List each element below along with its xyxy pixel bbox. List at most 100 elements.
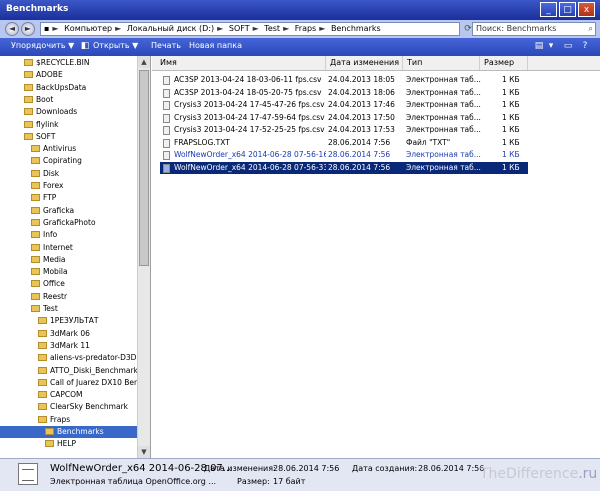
tree-item[interactable]: Benchmarks <box>0 426 150 438</box>
tree-item[interactable]: flylink <box>24 119 58 131</box>
file-row[interactable]: Crysis3 2013-04-24 17-45-47-26 fps.csv 24… <box>160 99 528 111</box>
details-modified-label: Дата изменения: <box>204 464 276 473</box>
tree-item[interactable]: Office <box>31 278 65 290</box>
tree-item-label: flylink <box>36 119 59 129</box>
view-icon[interactable]: ▤ <box>534 41 544 51</box>
file-size: 1 КБ <box>502 75 520 84</box>
tree-item[interactable]: 1РЕЗУЛЬТАТ <box>38 315 99 327</box>
column-type[interactable]: Тип <box>403 56 480 70</box>
back-button[interactable]: ◄ <box>5 22 19 36</box>
tree-item-label: Copirating <box>43 156 82 166</box>
folder-icon <box>38 341 47 349</box>
tree-item[interactable]: BackUpsData <box>24 82 86 94</box>
tree-item[interactable]: Mobila <box>31 266 68 278</box>
folder-icon <box>24 120 33 128</box>
tree-item-label: CAPCOM <box>50 390 83 400</box>
tree-item-label: BackUpsData <box>36 82 87 92</box>
tree-item[interactable]: ClearSky Benchmark <box>38 401 128 413</box>
folder-icon <box>31 231 40 239</box>
tree-item-label: SOFT <box>36 131 56 141</box>
tree-item-label: Benchmarks <box>57 427 104 436</box>
file-row[interactable]: AC3SP 2013-04-24 18-05-20-75 fps.csv 24.0… <box>160 87 528 99</box>
tree-item-label: Reestr <box>43 291 68 301</box>
maximize-button[interactable]: □ <box>559 2 576 17</box>
tree-item[interactable]: CAPCOM <box>38 389 83 401</box>
organize-button[interactable]: Упорядочить ▼ <box>11 41 74 50</box>
breadcrumb-computer[interactable]: Компьютер <box>64 24 112 33</box>
search-input[interactable]: Поиск: Benchmarks ⌕ <box>472 22 596 36</box>
tree-item[interactable]: ADOBE <box>24 69 63 81</box>
window-title: Benchmarks <box>6 4 69 14</box>
search-icon[interactable]: ⌕ <box>589 23 593 35</box>
file-name: AC3SP 2013-04-24 18-05-20-75 fps.csv <box>174 87 322 97</box>
tree-item[interactable]: Fraps <box>38 414 70 426</box>
folder-icon <box>38 317 47 325</box>
folder-icon <box>45 440 54 448</box>
address-bar[interactable]: ▪ ► Компьютер ► Локальный диск (D:) ► SOFT ►… <box>40 22 460 36</box>
folder-icon <box>38 378 47 386</box>
tree-item[interactable]: Call of Juarez DX10 Bench <box>38 377 148 389</box>
column-size[interactable]: Размер <box>480 56 528 70</box>
watermark: TheDifference.ru <box>480 466 598 482</box>
tree-item-label: Boot <box>36 94 54 104</box>
file-type: Электронная таб... <box>406 150 481 159</box>
open-button[interactable]: Открыть ▼ <box>93 41 138 50</box>
folder-icon <box>38 403 47 411</box>
breadcrumb-fraps[interactable]: Fraps <box>295 24 316 33</box>
tree-item[interactable]: Internet <box>31 242 73 254</box>
file-row[interactable]: WolfNewOrder_x64 2014-06-28 07-56-16... 2… <box>160 149 528 161</box>
tree-item[interactable]: 3dMark 06 <box>38 328 90 340</box>
tree-item[interactable]: Boot <box>24 94 53 106</box>
file-row[interactable]: WolfNewOrder_x64 2014-06-28 07-56-33... 2… <box>160 161 528 174</box>
breadcrumb-soft[interactable]: SOFT <box>229 24 250 33</box>
column-date[interactable]: Дата изменения <box>326 56 403 70</box>
folder-icon <box>31 280 40 288</box>
view-dropdown-icon[interactable]: ▾ <box>546 41 556 51</box>
close-button[interactable]: x <box>578 2 595 17</box>
tree-item[interactable]: SOFT <box>24 131 55 143</box>
tree-item[interactable]: Downloads <box>24 106 77 118</box>
minimize-button[interactable]: _ <box>540 2 557 17</box>
tree-item[interactable]: Copirating <box>31 155 82 167</box>
tree-item[interactable]: Media <box>31 254 66 266</box>
folder-icon <box>38 329 47 337</box>
column-name[interactable]: Имя <box>156 56 326 70</box>
tree-item[interactable]: ATTO_Diski_Benchmark_2 <box>38 365 146 377</box>
tree-item[interactable]: HELP <box>45 438 76 450</box>
tree-item[interactable]: $RECYCLE.BIN <box>24 57 90 69</box>
breadcrumb-benchmarks[interactable]: Benchmarks <box>331 24 381 33</box>
file-row[interactable]: AC3SP 2013-04-24 18-03-06-11 fps.csv 24.0… <box>160 74 528 86</box>
preview-pane-icon[interactable]: ▭ <box>563 41 573 51</box>
forward-button[interactable]: ► <box>21 22 35 36</box>
tree-item[interactable]: Graficka <box>31 205 74 217</box>
file-row[interactable]: Crysis3 2013-04-24 17-52-25-25 fps.csv 24… <box>160 124 528 136</box>
tree-item[interactable]: Info <box>31 229 57 241</box>
tree-item[interactable]: Reestr <box>31 291 67 303</box>
tree-item[interactable]: aliens-vs-predator-D3D11- <box>38 352 149 364</box>
folder-icon: ▪ <box>44 24 50 33</box>
help-icon[interactable]: ? <box>580 41 590 51</box>
tree-item[interactable]: FTP <box>31 192 56 204</box>
tree-item[interactable]: GrafickaPhoto <box>31 217 96 229</box>
new-folder-button[interactable]: Новая папка <box>189 41 242 50</box>
file-icon <box>163 151 170 160</box>
tree-item[interactable]: Forex <box>31 180 63 192</box>
file-row[interactable]: Crysis3 2013-04-24 17-47-59-64 fps.csv 24… <box>160 112 528 124</box>
details-created-value: 28.06.2014 7:56 <box>418 464 485 473</box>
tree-item[interactable]: Antivirus <box>31 143 76 155</box>
scroll-thumb[interactable] <box>139 70 149 266</box>
file-row[interactable]: FRAPSLOG.TXT 28.06.2014 7:56 Файл "TXT" 1 К… <box>160 137 528 149</box>
tree-item[interactable]: 3dMark 11 <box>38 340 90 352</box>
tree-scrollbar[interactable]: ▲ ▼ <box>137 56 150 458</box>
breadcrumb-disk[interactable]: Локальный диск (D:) <box>127 24 214 33</box>
breadcrumb-test[interactable]: Test <box>264 24 280 33</box>
tree-item-label: Mobila <box>43 267 68 277</box>
file-size: 1 КБ <box>502 162 520 172</box>
tree-item-label: 3dMark 11 <box>50 340 90 350</box>
file-type: Электронная таб... <box>406 100 481 109</box>
print-button[interactable]: Печать <box>151 41 181 50</box>
tree-item[interactable]: Test <box>31 303 58 315</box>
scroll-down-icon[interactable]: ▼ <box>138 446 150 458</box>
tree-item[interactable]: Disk <box>31 168 59 180</box>
scroll-up-icon[interactable]: ▲ <box>138 56 150 68</box>
